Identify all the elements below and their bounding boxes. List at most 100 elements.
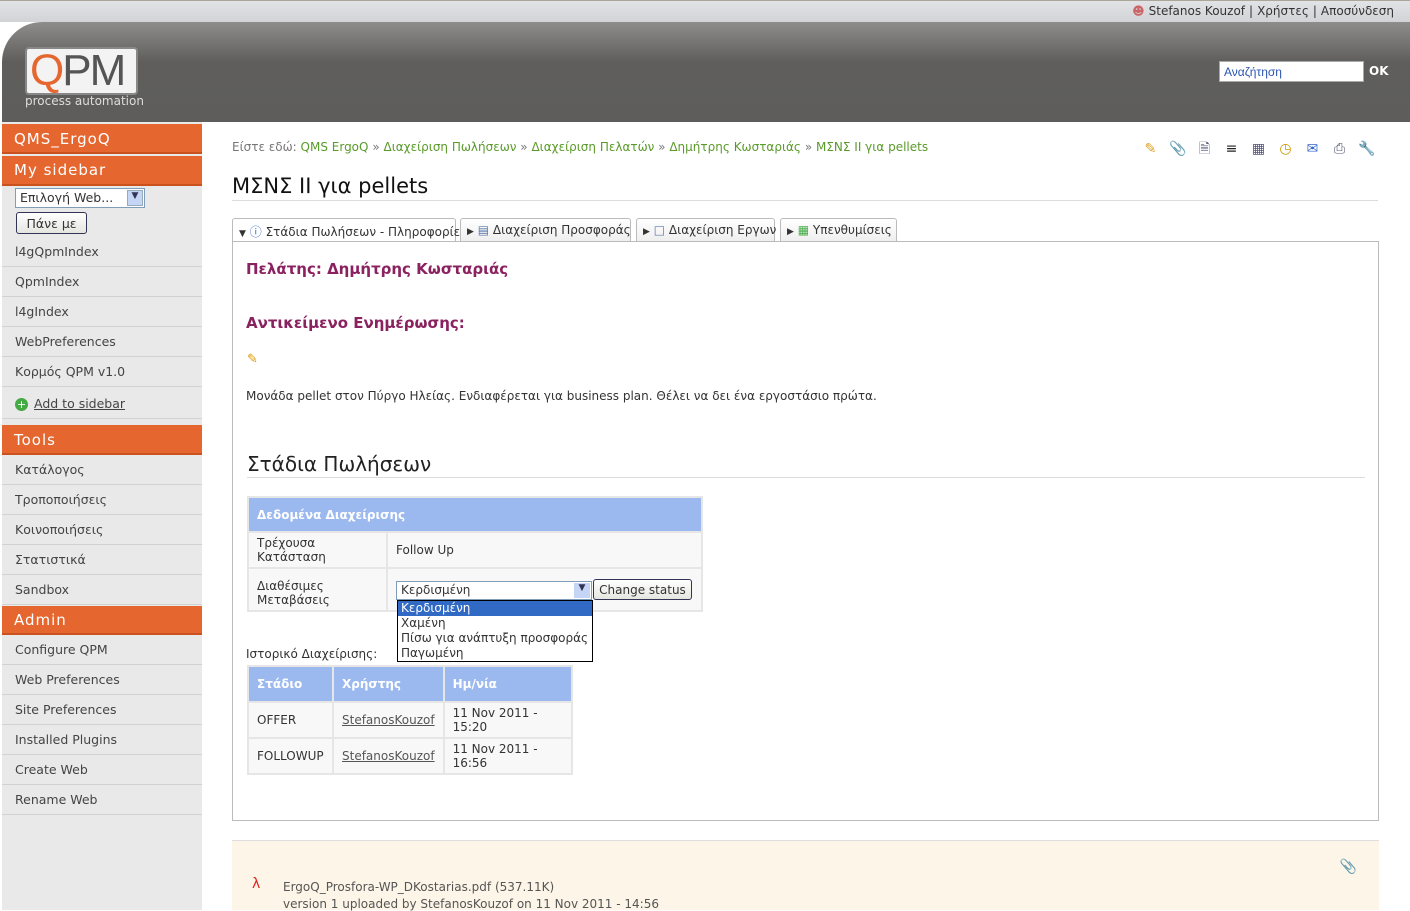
users-link[interactable]: Χρήστες [1257, 4, 1309, 18]
top-bar: ☻ Stefanos Kouzof | Χρήστες | Αποσύνδεση [0, 0, 1410, 22]
table-row: FOLLOWUP StefanosKouzof 11 Nov 2011 - 16:5… [247, 737, 573, 775]
go-button[interactable]: Πάνε με [16, 212, 87, 234]
attachments-area: 📎 λ ErgoQ_Prosfora-WP_DKostarias.pdf (53… [232, 840, 1379, 911]
tab-project-management[interactable]: ▶ □ Διαχείριση Εργων [636, 218, 777, 242]
plus-icon: + [15, 398, 28, 411]
info-icon: ⓘ [249, 225, 262, 239]
column-header: Χρήστης [332, 665, 445, 703]
stage-cell: OFFER [247, 701, 334, 739]
tab-sales-stages[interactable]: ▼ ⓘ Στάδια Πωλήσεων - Πληροφορίες [232, 218, 467, 243]
text-icon[interactable]: ≡ [1223, 141, 1240, 158]
transition-select-value: Κερδισμένη [401, 583, 471, 597]
history-icon[interactable]: ◷ [1277, 141, 1294, 158]
breadcrumb-link[interactable]: QMS ErgoQ [301, 140, 369, 154]
option[interactable]: Κερδισμένη [398, 601, 592, 616]
sidebar-item[interactable]: Στατιστικά [2, 545, 202, 575]
attach-icon[interactable]: 📎 [1169, 141, 1186, 158]
tab-label: Διαχείριση Προσφοράς [492, 223, 631, 237]
current-status-label: Τρέχουσα Κατάσταση [247, 531, 388, 569]
tab-label: Υπενθυμίσεις [812, 223, 892, 237]
sidebar-item[interactable]: Τροποποιήσεις [2, 485, 202, 515]
subject-heading: Αντικείμενο Ενημέρωσης: [246, 314, 465, 332]
user-link[interactable]: StefanosKouzof [342, 749, 435, 763]
breadcrumb-link[interactable]: ΜΣΝΣ ΙΙ για pellets [816, 140, 928, 154]
current-status-value: Follow Up [386, 531, 703, 569]
sidebar-item[interactable]: Create Web [2, 755, 202, 785]
attachment-file[interactable]: ErgoQ_Prosfora-WP_DKostarias.pdf [283, 880, 491, 894]
separator: » [658, 140, 666, 154]
settings-icon[interactable]: 🔧 [1358, 141, 1375, 158]
separator: | [1249, 4, 1254, 18]
new-page-icon[interactable]: 🗎 [1196, 141, 1213, 158]
form-icon: ▤ [477, 223, 490, 237]
column-header: Στάδιο [247, 665, 334, 703]
add-to-sidebar-link[interactable]: Add to sidebar [34, 396, 125, 411]
attachment-name[interactable]: ErgoQ_Prosfora-WP_DKostarias.pdf (537.11… [283, 880, 554, 894]
attachment-size: (537.11K) [494, 880, 555, 894]
archive-icon[interactable]: ▦ [1250, 141, 1267, 158]
sidebar-admin-header: Admin [2, 606, 202, 635]
option[interactable]: Παγωμένη [398, 646, 592, 661]
add-to-sidebar[interactable]: + Add to sidebar [2, 387, 202, 419]
sidebar-tools-header: Tools [2, 425, 202, 455]
triangle-right-icon: ▶ [787, 227, 794, 237]
sidebar-item[interactable]: Κορμός QPM v1.0 [2, 357, 202, 387]
print-icon[interactable]: ⎙ [1331, 141, 1348, 158]
search-input[interactable] [1219, 61, 1364, 82]
option[interactable]: Πίσω για ανάπτυξη προσφοράς [398, 631, 592, 646]
breadcrumb-link[interactable]: Διαχείριση Πελατών [531, 140, 654, 154]
page-toolbar: ✎ 📎 🗎 ≡ ▦ ◷ ✉ ⎙ 🔧 [1142, 141, 1376, 158]
tab-offer-management[interactable]: ▶ ▤ Διαχείριση Προσφοράς [460, 218, 631, 242]
user-link[interactable]: StefanosKouzof [342, 713, 435, 727]
sidebar-item[interactable]: Configure QPM [2, 635, 202, 665]
triangle-right-icon: ▶ [467, 227, 474, 237]
option[interactable]: Χαμένη [398, 616, 592, 631]
sidebar-item[interactable]: WebPreferences [2, 327, 202, 357]
header [2, 22, 1410, 122]
sidebar-web-header[interactable]: QMS_ErgoQ [2, 124, 202, 154]
search-ok-button[interactable]: OK [1369, 64, 1389, 78]
management-header: Δεδομένα Διαχείρισης [247, 496, 703, 533]
user-cell: StefanosKouzof [332, 737, 445, 775]
user-icon: ☻ [1132, 4, 1145, 18]
date-cell: 11 Nov 2011 - 15:20 [442, 701, 573, 739]
user-cell: StefanosKouzof [332, 701, 445, 739]
sidebar-item[interactable]: Κατάλογος [2, 455, 202, 485]
change-status-button[interactable]: Change status [593, 579, 692, 600]
mail-icon[interactable]: ✉ [1304, 141, 1321, 158]
divider [247, 477, 1365, 478]
breadcrumb-link[interactable]: Δημήτρης Κωσταριάς [669, 140, 801, 154]
sidebar-item[interactable]: l4gIndex [2, 297, 202, 327]
breadcrumb-prefix: Είστε εδώ: [232, 140, 297, 154]
web-select[interactable]: Επιλογή Web... ▼ [15, 188, 145, 208]
divider [232, 200, 1378, 201]
logout-link[interactable]: Αποσύνδεση [1321, 4, 1394, 18]
logo[interactable]: QPM [25, 47, 138, 95]
sidebar-item[interactable]: Site Preferences [2, 695, 202, 725]
tab-reminders[interactable]: ▶ ▦ Υπενθυμίσεις [780, 218, 897, 242]
calendar-icon: ▦ [797, 223, 810, 237]
page-title: ΜΣΝΣ ΙΙ για pellets [232, 174, 429, 198]
sidebar-item[interactable]: Web Preferences [2, 665, 202, 695]
sidebar-item[interactable]: Κοινοποιήσεις [2, 515, 202, 545]
sidebar-item[interactable]: Installed Plugins [2, 725, 202, 755]
chevron-down-icon: ▼ [574, 583, 590, 598]
sidebar-item[interactable]: Sandbox [2, 575, 202, 605]
window-icon: □ [653, 223, 666, 237]
transitions-label: Διαθέσιμες Μεταβάσεις [247, 567, 388, 612]
transition-select[interactable]: Κερδισμένη ▼ [396, 581, 592, 600]
user-link[interactable]: Stefanos Kouzof [1149, 4, 1245, 18]
separator: » [520, 140, 528, 154]
attach-icon[interactable]: 📎 [1340, 859, 1357, 875]
history-table: Στάδιο Χρήστης Ημ/νία OFFER StefanosKouzof 1… [247, 665, 573, 775]
sidebar-item[interactable]: QpmIndex [2, 267, 202, 297]
sidebar-item[interactable]: Rename Web [2, 785, 202, 815]
separator: | [1312, 4, 1317, 18]
edit-icon[interactable]: ✎ [1142, 141, 1159, 158]
sidebar-item[interactable]: l4gQpmIndex [2, 237, 202, 267]
edit-icon[interactable]: ✎ [247, 352, 258, 367]
subject-text: Μονάδα pellet στον Πύργο Ηλείας. Ενδιαφέ… [246, 389, 877, 403]
triangle-right-icon: ▶ [643, 227, 650, 237]
tab-label: Διαχείριση Εργων [668, 223, 777, 237]
breadcrumb-link[interactable]: Διαχείριση Πωλήσεων [383, 140, 516, 154]
